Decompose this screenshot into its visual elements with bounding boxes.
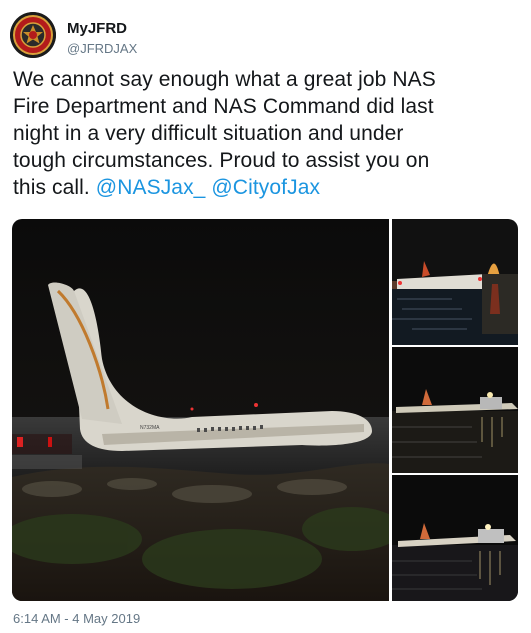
photo-main[interactable]: N732MA [12, 219, 389, 601]
photo-thumb-3[interactable] [392, 475, 518, 601]
tweet-line-last: this call. @NASJax_ @CityofJax [13, 174, 525, 201]
tweet-line: night in a very difficult situation and … [13, 122, 404, 145]
author-handle[interactable]: @JFRDJAX [67, 41, 137, 56]
photo-thumb-2[interactable] [392, 347, 518, 473]
avatar[interactable] [10, 12, 56, 58]
tweet-line: We cannot say enough what a great job NA… [13, 68, 436, 91]
photo-thumb-1[interactable] [392, 219, 518, 345]
media-grid: N732MA [12, 219, 518, 601]
tweet-line-prefix: this call. [13, 176, 96, 199]
author-name[interactable]: MyJFRD [67, 20, 127, 37]
mention-nasjax[interactable]: @NASJax_ [96, 176, 206, 199]
tweet-line: Fire Department and NAS Command did last [13, 95, 434, 118]
tweet-timestamp[interactable]: 6:14 AM - 4 May 2019 [13, 611, 140, 626]
tweet-line: tough circumstances. Proud to assist you… [13, 149, 430, 172]
mention-cityofjax[interactable]: @CityofJax [211, 176, 320, 199]
tweet-text: We cannot say enough what a great job NA… [13, 66, 525, 201]
tail-registration: N732MA [140, 425, 160, 431]
tweet-header: MyJFRD @JFRDJAX [10, 12, 510, 60]
